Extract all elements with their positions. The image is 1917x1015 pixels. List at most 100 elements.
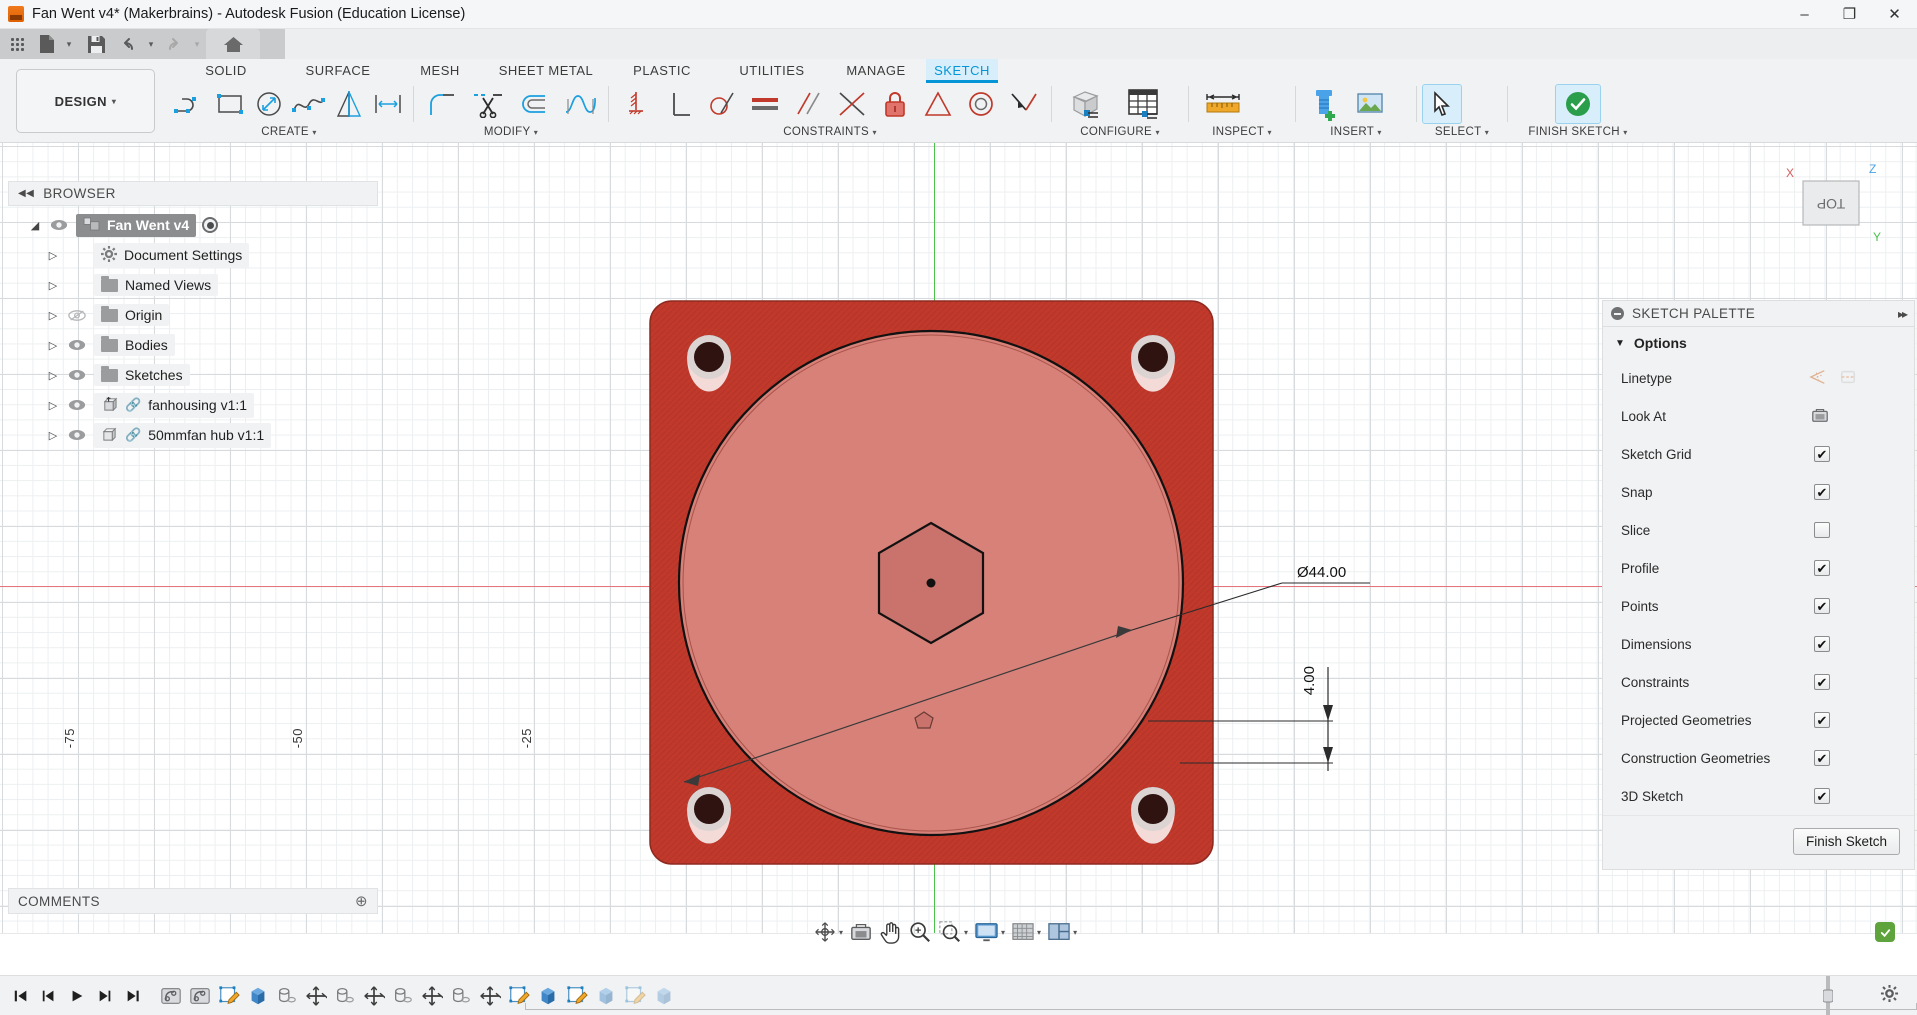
play-button[interactable] [64, 983, 90, 1009]
home-icon[interactable] [206, 29, 260, 59]
diameter-dimension-label[interactable]: Ø44.00 [1297, 564, 1346, 581]
redo-icon[interactable] [160, 29, 188, 59]
linetype-normal-icon[interactable] [1808, 368, 1828, 389]
offset-tool-icon[interactable] [511, 83, 557, 125]
save-icon[interactable] [78, 29, 114, 59]
circle-tool-icon[interactable] [249, 83, 289, 125]
configure-table-icon[interactable] [1115, 83, 1173, 125]
add-comment-icon[interactable]: ⊕ [355, 892, 368, 910]
tree-item-named-views[interactable]: ▷ Named Views [8, 270, 378, 300]
minimize-button[interactable]: – [1782, 0, 1827, 29]
tab-mesh[interactable]: MESH [394, 59, 486, 83]
panel-select-caret-icon[interactable]: ▾ [1485, 128, 1489, 137]
palette-row-projected-geometries[interactable]: Projected Geometries ✔ [1603, 701, 1914, 739]
timeline-settings-icon[interactable] [1880, 984, 1899, 1008]
fillet-tool-icon[interactable] [419, 83, 465, 125]
timeline-feature-move[interactable] [475, 981, 504, 1011]
3d-sketch-checkbox[interactable]: ✔ [1814, 788, 1830, 804]
midpoint-constraint-icon[interactable] [830, 83, 873, 125]
collinear-constraint-icon[interactable] [1003, 83, 1046, 125]
tree-item-bodies[interactable]: ▷ Bodies [8, 330, 378, 360]
timeline-feature-move[interactable] [417, 981, 446, 1011]
new-document-icon[interactable] [34, 29, 60, 59]
zoom-window-caret-icon[interactable]: ▾ [964, 928, 968, 937]
palette-row-snap[interactable]: Snap ✔ [1603, 473, 1914, 511]
orbit-caret-icon[interactable]: ▾ [839, 928, 843, 937]
timeline-feature-hole[interactable] [388, 981, 417, 1011]
timeline-feature-extrude[interactable] [243, 981, 272, 1011]
visibility-eye-icon[interactable] [48, 219, 70, 231]
tangent-constraint-icon[interactable] [700, 83, 743, 125]
select-cursor-icon[interactable] [1422, 84, 1462, 124]
look-at-icon[interactable] [1810, 406, 1830, 427]
tab-plastic[interactable]: PLASTIC [606, 59, 718, 83]
rectangular-pattern-icon[interactable] [368, 83, 408, 125]
timeline-feature-joint[interactable] [185, 981, 214, 1011]
browser-header[interactable]: ◀◀ BROWSER [8, 181, 378, 206]
spline-tool-icon[interactable] [289, 83, 329, 125]
palette-row-construction-geometries[interactable]: Construction Geometries ✔ [1603, 739, 1914, 777]
tree-item-label-container[interactable]: Named Views [94, 274, 218, 296]
tree-item-fanhousing[interactable]: ▷ 🔗 fanhousing v1:1 [8, 390, 378, 420]
go-to-beginning-button[interactable] [8, 983, 34, 1009]
viewports-icon[interactable]: ▾ [1044, 915, 1080, 949]
measure-icon[interactable] [1194, 83, 1252, 125]
palette-row-3d-sketch[interactable]: 3D Sketch ✔ [1603, 777, 1914, 815]
rectangle-tool-icon[interactable] [210, 83, 250, 125]
configure-cube-icon[interactable] [1057, 83, 1115, 125]
tree-item-label-container[interactable]: 🔗 50mmfan hub v1:1 [94, 423, 271, 448]
projected-geometries-checkbox[interactable]: ✔ [1814, 712, 1830, 728]
timeline-feature-move[interactable] [301, 981, 330, 1011]
expand-triangle-icon[interactable]: ▷ [46, 309, 60, 322]
pan-icon[interactable] [876, 915, 905, 949]
display-settings-caret-icon[interactable]: ▾ [1001, 928, 1005, 937]
zoom-window-icon[interactable]: ▾ [935, 915, 971, 949]
timeline-feature-hole[interactable] [272, 981, 301, 1011]
undo-caret-icon[interactable]: ▾ [142, 29, 160, 59]
expand-triangle-icon[interactable]: ▷ [46, 429, 60, 442]
expand-triangle-icon[interactable]: ◢ [28, 219, 42, 232]
zoom-icon[interactable] [905, 915, 935, 949]
panel-modify-caret-icon[interactable]: ▾ [534, 128, 538, 137]
tab-sheet-metal[interactable]: SHEET METAL [486, 59, 606, 83]
palette-row-sketch-grid[interactable]: Sketch Grid ✔ [1603, 435, 1914, 473]
tab-solid[interactable]: SOLID [170, 59, 282, 83]
sketch-canvas[interactable]: -75 -50 -25 25 [0, 143, 1917, 933]
options-section-header[interactable]: ▼ Options [1603, 327, 1914, 359]
tree-item-label-container[interactable]: Sketches [94, 364, 190, 386]
fix-unfix-constraint-icon[interactable] [873, 83, 916, 125]
tab-sketch[interactable]: SKETCH [926, 59, 998, 83]
panel-configure-caret-icon[interactable]: ▾ [1155, 128, 1159, 137]
tree-item-origin[interactable]: ▷ Origin [8, 300, 378, 330]
visibility-eye-icon[interactable] [66, 399, 88, 411]
expand-palette-icon[interactable]: ▸▸ [1898, 307, 1906, 321]
redo-caret-icon[interactable]: ▾ [188, 29, 206, 59]
distance-dimension-label[interactable]: 4.00 [1301, 666, 1318, 695]
maximize-button[interactable]: ❐ [1827, 0, 1872, 29]
visibility-eye-icon[interactable] [66, 369, 88, 381]
finish-sketch-checkmark-icon[interactable] [1555, 84, 1601, 124]
display-settings-icon[interactable]: ▾ [971, 915, 1008, 949]
line-tool-icon[interactable] [170, 83, 210, 125]
undo-icon[interactable] [114, 29, 142, 59]
expand-triangle-icon[interactable]: ▷ [46, 339, 60, 352]
dimensions-checkbox[interactable]: ✔ [1814, 636, 1830, 652]
visibility-eye-hidden-icon[interactable] [66, 309, 88, 322]
tree-item-label-container[interactable]: 🔗 fanhousing v1:1 [94, 393, 254, 418]
insert-image-icon[interactable] [1347, 83, 1393, 125]
horizontal-vertical-constraint-icon[interactable] [614, 83, 657, 125]
grid-settings-caret-icon[interactable]: ▾ [1037, 928, 1041, 937]
timeline-feature-hole[interactable] [446, 981, 475, 1011]
new-document-caret-icon[interactable]: ▾ [60, 29, 78, 59]
viewports-caret-icon[interactable]: ▾ [1073, 928, 1077, 937]
concentric-constraint-icon[interactable] [960, 83, 1003, 125]
tree-item-fan-went-v4[interactable]: ◢ Fan Went v4 [8, 210, 378, 240]
expand-triangle-icon[interactable]: ▷ [46, 399, 60, 412]
finish-sketch-button[interactable]: Finish Sketch [1793, 828, 1900, 855]
expand-triangle-icon[interactable]: ▷ [46, 279, 60, 292]
panel-constraints-caret-icon[interactable]: ▾ [872, 128, 876, 137]
palette-row-constraints[interactable]: Constraints ✔ [1603, 663, 1914, 701]
close-button[interactable]: ✕ [1872, 0, 1917, 29]
minimize-palette-icon[interactable] [1611, 307, 1624, 320]
panel-inspect-caret-icon[interactable]: ▾ [1267, 128, 1271, 137]
